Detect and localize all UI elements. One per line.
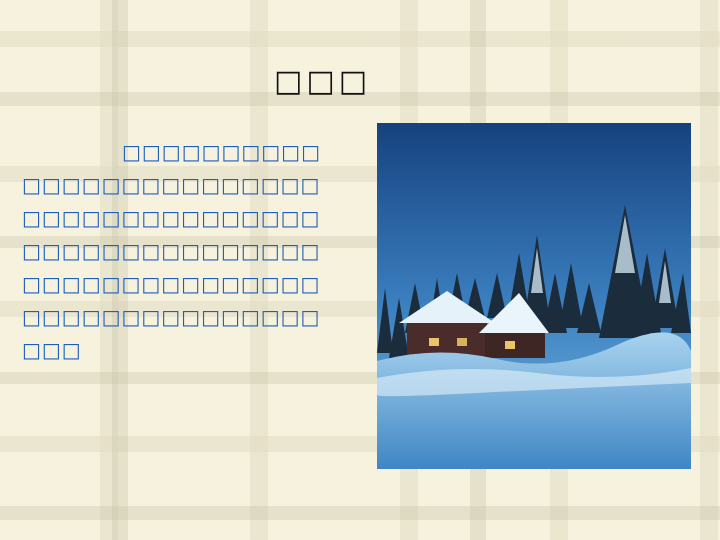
snowy-cabin-illustration <box>377 123 691 469</box>
poem-text: □□□□□□□□□□□□□□□□□□□□□□□□□□□□□□□□□□□□□□□□… <box>22 140 321 362</box>
slide-title: □□□ <box>274 64 372 99</box>
background-stripe <box>0 506 720 520</box>
snowy-cabin-photo <box>377 123 691 469</box>
